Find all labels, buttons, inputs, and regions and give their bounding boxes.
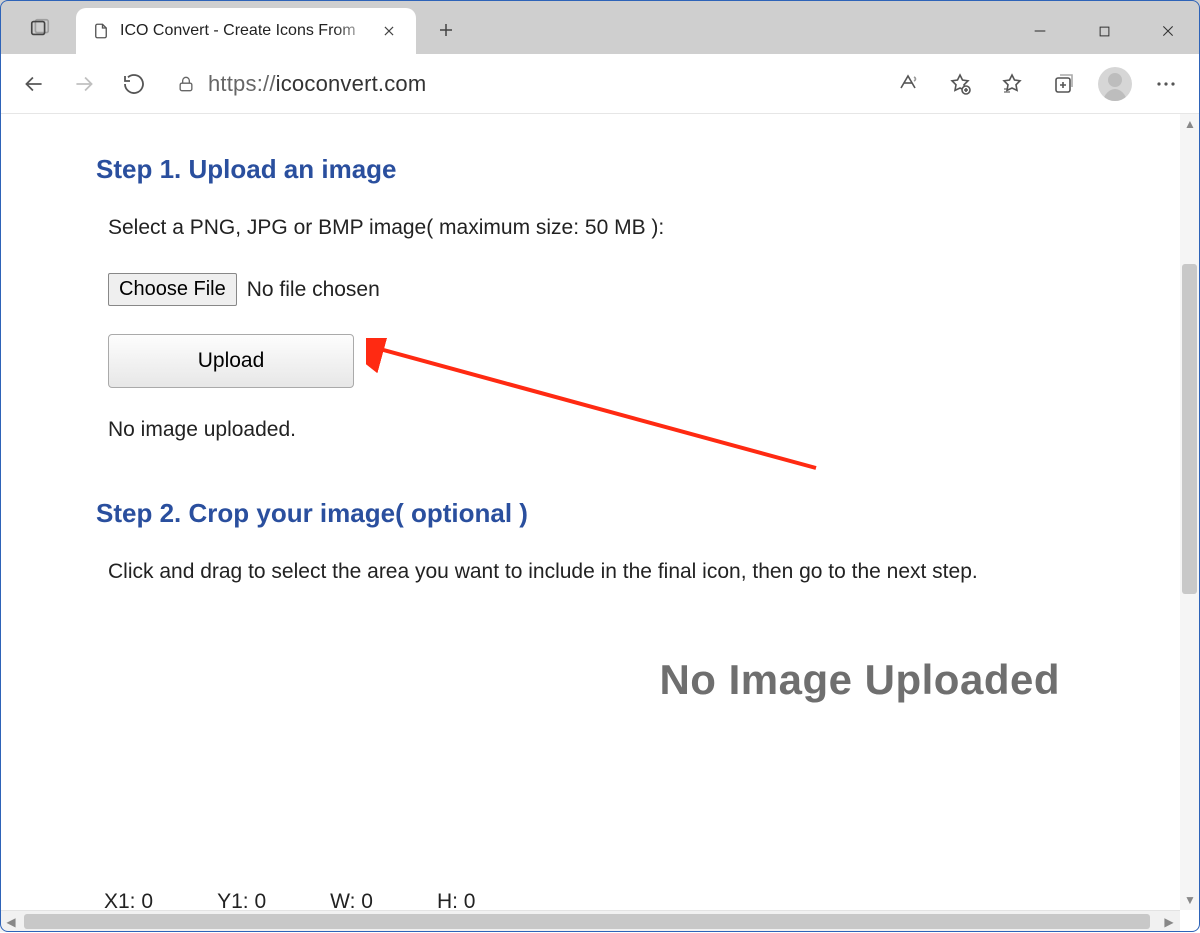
- nav-refresh-button[interactable]: [110, 60, 158, 108]
- collections-button[interactable]: [1040, 60, 1088, 108]
- browser-toolbar: https://icoconvert.com: [0, 54, 1200, 114]
- url-host: icoconvert.com: [276, 71, 427, 96]
- tab-close-button[interactable]: [376, 18, 402, 44]
- coord-w-label: W:: [330, 890, 355, 910]
- coord-h-label: H:: [437, 890, 458, 910]
- step1-heading: Step 1. Upload an image: [96, 154, 1110, 185]
- scroll-left-button[interactable]: ◀: [0, 911, 22, 933]
- scroll-right-button[interactable]: ▶: [1158, 911, 1180, 933]
- new-tab-button[interactable]: [426, 10, 466, 50]
- nav-forward-button[interactable]: [60, 60, 108, 108]
- choose-file-button[interactable]: Choose File: [108, 273, 237, 306]
- add-favorite-button[interactable]: [936, 60, 984, 108]
- upload-status: No image uploaded.: [96, 418, 1110, 442]
- page-favicon-icon: [92, 22, 110, 40]
- step2-instruction: Click and drag to select the area you wa…: [96, 557, 1110, 587]
- profile-button[interactable]: [1098, 67, 1132, 101]
- tab-title: ICO Convert - Create Icons From: [120, 22, 372, 40]
- file-chosen-status: No file chosen: [247, 278, 380, 302]
- titlebar: ICO Convert - Create Icons From: [0, 0, 1200, 54]
- tab-actions-button[interactable]: [22, 10, 58, 46]
- window-minimize-button[interactable]: [1008, 4, 1072, 58]
- step1-instruction: Select a PNG, JPG or BMP image( maximum …: [96, 213, 1110, 243]
- upload-button[interactable]: Upload: [108, 334, 354, 388]
- coord-x1-label: X1:: [104, 890, 136, 910]
- browser-tab[interactable]: ICO Convert - Create Icons From: [76, 8, 416, 54]
- url-text: https://icoconvert.com: [208, 71, 426, 97]
- site-security-icon[interactable]: [170, 74, 202, 94]
- window-controls: [1008, 4, 1200, 58]
- horizontal-scrollbar[interactable]: ◀ ▶: [0, 910, 1180, 932]
- coord-h-value: 0: [464, 890, 476, 910]
- crop-coordinates: X1: 0 Y1: 0 W: 0 H: 0: [104, 890, 475, 910]
- window-maximize-button[interactable]: [1072, 4, 1136, 58]
- window-close-button[interactable]: [1136, 4, 1200, 58]
- coord-w-value: 0: [361, 890, 373, 910]
- url-scheme: https://: [208, 71, 276, 96]
- address-bar[interactable]: https://icoconvert.com: [170, 62, 872, 106]
- coord-x1-value: 0: [141, 890, 153, 910]
- page-viewport: Step 1. Upload an image Select a PNG, JP…: [0, 114, 1200, 910]
- coord-y1-value: 0: [254, 890, 266, 910]
- coord-y1-label: Y1:: [217, 890, 249, 910]
- vertical-scrollbar[interactable]: ▲ ▼: [1180, 114, 1200, 910]
- horizontal-scroll-thumb[interactable]: [24, 914, 1150, 929]
- no-image-placeholder: No Image Uploaded: [659, 656, 1060, 704]
- scroll-up-button[interactable]: ▲: [1180, 114, 1200, 134]
- step2-heading: Step 2. Crop your image( optional ): [96, 498, 1110, 529]
- settings-menu-button[interactable]: [1142, 60, 1190, 108]
- scroll-down-button[interactable]: ▼: [1180, 890, 1200, 910]
- nav-back-button[interactable]: [10, 60, 58, 108]
- read-aloud-button[interactable]: [884, 60, 932, 108]
- vertical-scroll-thumb[interactable]: [1182, 264, 1197, 594]
- favorites-button[interactable]: [988, 60, 1036, 108]
